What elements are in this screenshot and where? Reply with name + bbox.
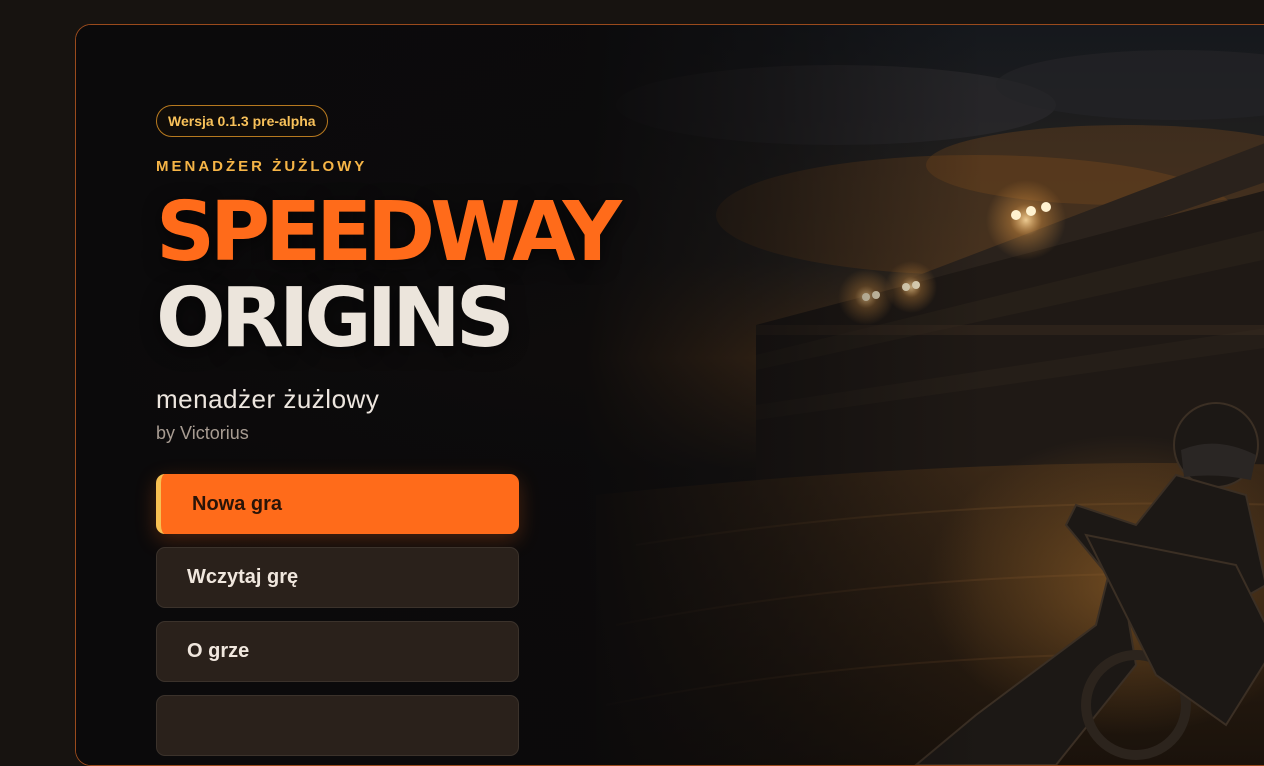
menu-button-4[interactable] — [156, 695, 519, 756]
main-menu: Nowa gra Wczytaj grę O grze — [156, 474, 519, 756]
about-game-button[interactable]: O grze — [156, 621, 519, 682]
hero-content: Wersja 0.1.3 pre-alpha MENADŻER ŻUŻLOWY … — [156, 105, 676, 765]
version-badge: Wersja 0.1.3 pre-alpha — [156, 105, 328, 137]
main-menu-panel: Wersja 0.1.3 pre-alpha MENADŻER ŻUŻLOWY … — [75, 24, 1264, 766]
kicker-label: MENADŻER ŻUŻLOWY — [156, 158, 368, 175]
author-credit: by Victorius — [156, 423, 249, 443]
new-game-button[interactable]: Nowa gra — [156, 474, 519, 534]
game-title-line-1: SPEEDWAY — [156, 185, 622, 280]
game-subtitle: menadżer żużlowy — [156, 384, 380, 414]
game-title-line-2: ORIGINS — [156, 271, 515, 366]
load-game-button[interactable]: Wczytaj grę — [156, 547, 519, 608]
